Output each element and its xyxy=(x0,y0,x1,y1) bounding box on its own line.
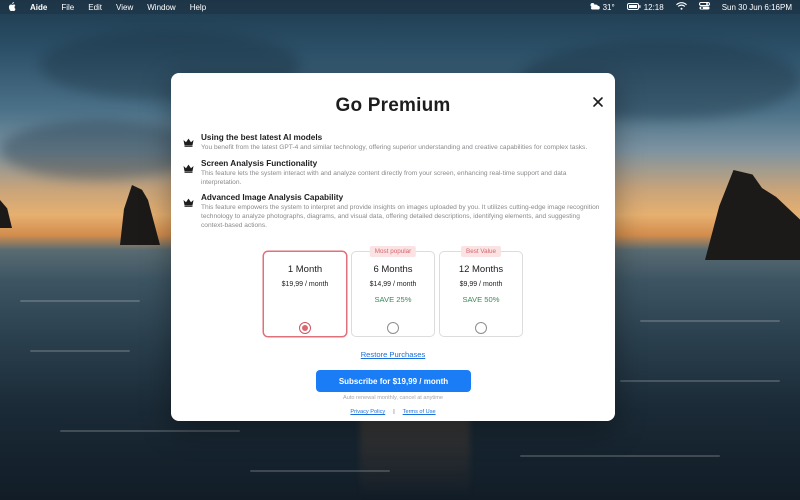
plan-badge: Most popular xyxy=(369,246,417,257)
modal-title: Go Premium xyxy=(335,95,451,116)
weather-icon xyxy=(589,2,600,12)
app-menu-name[interactable]: Aide xyxy=(30,3,47,12)
renewal-note: Auto renewal monthly, cancel at anytime xyxy=(342,395,443,401)
privacy-policy-link[interactable]: Privacy Policy xyxy=(350,409,385,415)
close-button[interactable] xyxy=(591,95,605,109)
feature-body: Using the best latest AI models You bene… xyxy=(201,133,603,153)
feature-list: Using the best latest AI models You bene… xyxy=(183,133,603,237)
wave xyxy=(30,350,130,352)
plan-radio[interactable] xyxy=(299,322,311,334)
plan-radio[interactable] xyxy=(387,322,399,334)
legal-separator: | xyxy=(393,409,395,415)
plan-card-12-months[interactable]: Best Value 12 Months $9,99 / month SAVE … xyxy=(439,246,523,337)
feature-body: Advanced Image Analysis Capability This … xyxy=(201,193,603,230)
sea-stack-rock xyxy=(705,170,800,260)
crown-icon xyxy=(183,193,195,230)
sea-stack-rock xyxy=(0,200,12,228)
sea-stack-rock xyxy=(120,185,160,245)
weather-temp: 31° xyxy=(602,2,615,12)
plan-savings: SAVE 50% xyxy=(462,295,500,304)
menu-edit[interactable]: Edit xyxy=(88,3,102,12)
wave xyxy=(640,320,780,322)
battery-status[interactable]: 12:18 xyxy=(626,2,664,12)
menu-bar: Aide File Edit View Window Help 31° 12:1… xyxy=(0,0,800,14)
wave xyxy=(20,300,140,302)
feature-description: You benefit from the latest GPT-4 and si… xyxy=(201,144,588,151)
plan-name: 1 Month xyxy=(287,264,323,275)
plan-price: $9,99 / month xyxy=(459,281,503,288)
wifi-status[interactable] xyxy=(675,2,687,12)
feature-item: Using the best latest AI models You bene… xyxy=(183,133,603,153)
battery-icon xyxy=(626,2,641,12)
close-icon xyxy=(593,97,603,107)
plan-savings: SAVE 25% xyxy=(374,295,412,304)
plan-price: $19,99 / month xyxy=(281,281,329,288)
subscribe-button[interactable]: Subscribe for $19,99 / month xyxy=(316,370,471,392)
feature-body: Screen Analysis Functionality This featu… xyxy=(201,159,603,188)
crown-icon xyxy=(183,133,195,153)
weather-status[interactable]: 31° xyxy=(589,2,615,12)
plan-name: 12 Months xyxy=(458,264,504,275)
feature-description: This feature lets the system interact wi… xyxy=(201,169,567,186)
plan-radio[interactable] xyxy=(475,322,487,334)
menu-bar-right: 31° 12:18 Sun 30 Jun 6:16PM xyxy=(589,2,792,12)
control-center[interactable] xyxy=(698,2,710,12)
apple-icon[interactable] xyxy=(8,1,16,13)
restore-purchases-link[interactable]: Restore Purchases xyxy=(171,350,615,359)
menu-window[interactable]: Window xyxy=(147,3,175,12)
wave xyxy=(520,455,720,457)
feature-title: Using the best latest AI models xyxy=(201,133,323,142)
plan-options: 1 Month $19,99 / month Most popular 6 Mo… xyxy=(263,246,525,339)
feature-title: Advanced Image Analysis Capability xyxy=(201,193,344,203)
menu-bar-left: Aide File Edit View Window Help xyxy=(8,1,206,13)
menu-bar-datetime[interactable]: Sun 30 Jun 6:16PM xyxy=(722,3,792,12)
feature-item: Advanced Image Analysis Capability This … xyxy=(183,193,603,230)
menu-file[interactable]: File xyxy=(61,3,74,12)
wave xyxy=(60,430,240,432)
plan-price: $14,99 / month xyxy=(369,281,417,288)
cloud xyxy=(0,120,200,180)
crown-icon xyxy=(183,159,195,188)
control-center-icon xyxy=(698,2,710,12)
feature-description: This feature empowers the system to inte… xyxy=(201,204,600,229)
menu-view[interactable]: View xyxy=(116,3,133,12)
plan-card-1-month[interactable]: 1 Month $19,99 / month xyxy=(263,251,347,337)
wave xyxy=(250,470,390,472)
clock-small: 12:18 xyxy=(643,2,664,12)
feature-item: Screen Analysis Functionality This featu… xyxy=(183,159,603,188)
plan-name: 6 Months xyxy=(373,264,413,275)
plan-badge: Best Value xyxy=(461,246,501,257)
feature-title: Screen Analysis Functionality xyxy=(201,158,318,168)
plan-card-6-months[interactable]: Most popular 6 Months $14,99 / month SAV… xyxy=(351,246,435,337)
premium-modal: Go Premium Using the best latest AI mode… xyxy=(171,73,615,421)
menu-help[interactable]: Help xyxy=(190,3,206,12)
wave xyxy=(620,380,780,382)
legal-links: Privacy Policy | Terms of Use xyxy=(171,409,615,415)
terms-of-use-link[interactable]: Terms of Use xyxy=(403,409,436,415)
wifi-icon xyxy=(675,2,687,12)
